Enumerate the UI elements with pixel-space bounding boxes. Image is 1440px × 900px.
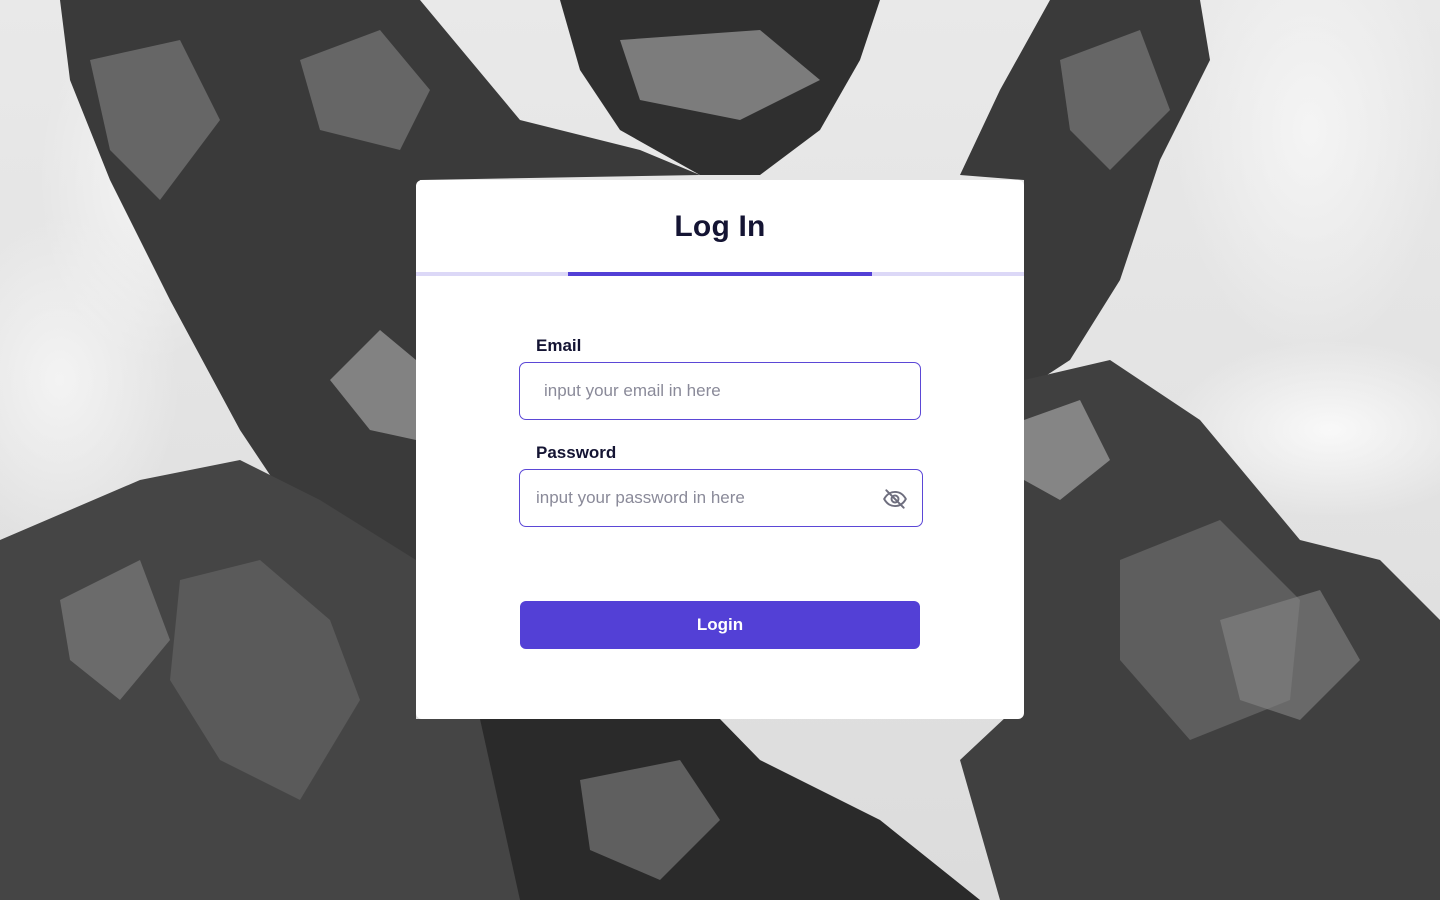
password-label: Password bbox=[536, 443, 617, 462]
email-label: Email bbox=[536, 336, 582, 355]
login-page: Log In Email Password Login bbox=[0, 0, 1440, 900]
password-input[interactable] bbox=[520, 470, 860, 526]
email-input[interactable] bbox=[520, 363, 920, 419]
tab-active-indicator bbox=[568, 272, 872, 276]
login-button[interactable]: Login bbox=[520, 601, 920, 649]
eye-off-icon[interactable] bbox=[882, 486, 908, 512]
email-field-box bbox=[519, 362, 921, 420]
page-title: Log In bbox=[674, 210, 766, 243]
login-card: Log In Email Password Login bbox=[416, 180, 1024, 719]
password-field-box bbox=[519, 469, 923, 527]
